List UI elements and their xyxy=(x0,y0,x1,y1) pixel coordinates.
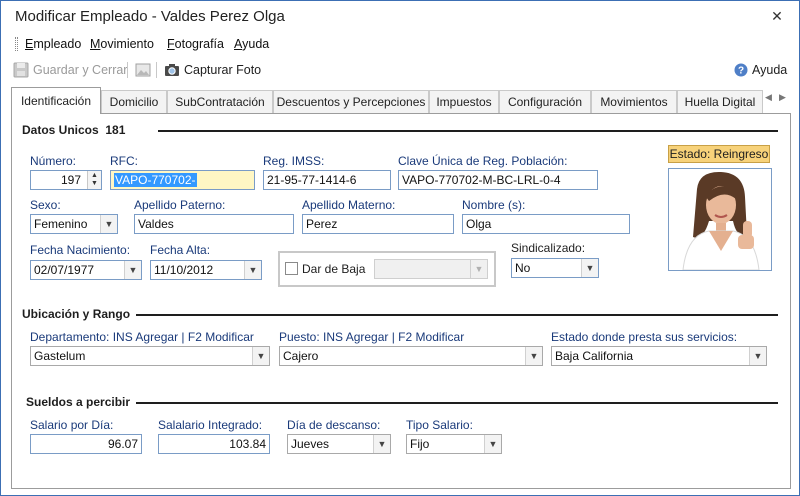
fecha-nacimiento-label: Fecha Nacimiento: xyxy=(30,243,131,257)
help-icon: ? xyxy=(734,63,748,77)
toolbar: Guardar y Cerrar Capturar Foto ? Ayuda xyxy=(1,58,799,82)
sexo-label: Sexo: xyxy=(30,198,61,212)
imss-field[interactable]: 21-95-77-1414-6 xyxy=(263,170,391,190)
chevron-down-icon: ▼ xyxy=(525,347,542,365)
salario-dia-label: Salario por Día: xyxy=(30,418,114,432)
tab-descuentos[interactable]: Descuentos y Percepciones xyxy=(273,90,429,113)
identificacion-panel: Datos Unicos 181 Estado: Reingreso Númer… xyxy=(11,113,791,489)
rfc-label: RFC: xyxy=(110,154,138,168)
puesto-label: Puesto: INS Agregar | F2 Modificar xyxy=(279,330,465,344)
descanso-select[interactable]: Jueves ▼ xyxy=(287,434,391,454)
title-bar: Modificar Empleado - Valdes Perez Olga ✕ xyxy=(1,1,799,31)
baja-motivo-select[interactable]: ▼ xyxy=(374,259,488,279)
descanso-label: Día de descanso: xyxy=(287,418,381,432)
estado-servicios-label: Estado donde presta sus servicios: xyxy=(551,330,738,344)
chevron-down-icon: ▼ xyxy=(581,259,598,277)
sindicalizado-label: Sindicalizado: xyxy=(511,241,586,255)
tab-scroll-left-icon[interactable]: ◀ xyxy=(765,92,772,103)
imss-label: Reg. IMSS: xyxy=(263,154,325,168)
curp-label: Clave Única de Reg. Población: xyxy=(398,154,568,168)
status-badge: Estado: Reingreso xyxy=(668,145,770,163)
tipo-salario-label: Tipo Salario: xyxy=(406,418,473,432)
tab-scroll-right-icon[interactable]: ▶ xyxy=(779,92,786,103)
tab-identificacion[interactable]: Identificación xyxy=(11,87,101,114)
close-icon: ✕ xyxy=(771,7,783,24)
curp-field[interactable]: VAPO-770702-M-BC-LRL-0-4 xyxy=(398,170,598,190)
rfc-field[interactable]: VAPO-770702- xyxy=(110,170,255,190)
chevron-down-icon: ▼ xyxy=(124,261,141,279)
fecha-alta-picker[interactable]: 11/10/2012 ▼ xyxy=(150,260,262,280)
chevron-down-icon: ▼ xyxy=(100,215,117,233)
chevron-down-icon: ▼ xyxy=(749,347,766,365)
chevron-down-icon: ▼ xyxy=(252,347,269,365)
svg-text:?: ? xyxy=(738,66,744,77)
menu-ayuda[interactable]: Ayuda xyxy=(234,37,269,51)
sueldos-title: Sueldos a percibir xyxy=(26,395,131,409)
menu-movimiento[interactable]: Movimiento xyxy=(90,37,154,51)
nombre-field[interactable]: Olga xyxy=(462,214,630,234)
datos-unicos-title: Datos Unicos 181 xyxy=(22,123,126,137)
numero-stepper[interactable]: 197 ▲ ▼ xyxy=(30,170,102,190)
puesto-select[interactable]: Cajero ▼ xyxy=(279,346,543,366)
image-button[interactable] xyxy=(135,61,151,79)
tab-strip: Identificación Domicilio SubContratación… xyxy=(11,87,791,114)
save-icon xyxy=(13,62,29,78)
nombre-label: Nombre (s): xyxy=(462,198,526,212)
employee-photo-image xyxy=(669,169,771,270)
chevron-down-icon: ▼ xyxy=(244,261,261,279)
numero-label: Número: xyxy=(30,154,77,168)
capture-photo-button[interactable]: Capturar Foto xyxy=(164,61,261,79)
apellido-paterno-field[interactable]: Valdes xyxy=(134,214,294,234)
ubicacion-title: Ubicación y Rango xyxy=(22,307,131,321)
employee-window: Modificar Empleado - Valdes Perez Olga ✕… xyxy=(0,0,800,496)
tab-movimientos[interactable]: Movimientos xyxy=(591,90,677,113)
menu-fotografia[interactable]: Fotografía xyxy=(167,37,224,51)
toolbar-separator xyxy=(156,62,157,78)
help-button[interactable]: ? Ayuda xyxy=(734,61,787,79)
image-icon xyxy=(135,63,151,77)
sindicalizado-select[interactable]: No ▼ xyxy=(511,258,599,278)
estado-servicios-select[interactable]: Baja California ▼ xyxy=(551,346,767,366)
tab-configuracion[interactable]: Configuración xyxy=(499,90,591,113)
save-close-button[interactable]: Guardar y Cerrar xyxy=(13,61,127,79)
tab-impuestos[interactable]: Impuestos xyxy=(429,90,499,113)
salario-integrado-field[interactable]: 103.84 xyxy=(158,434,270,454)
departamento-select[interactable]: Gastelum ▼ xyxy=(30,346,270,366)
apellido-materno-label: Apellido Materno: xyxy=(302,198,396,212)
apellido-materno-field[interactable]: Perez xyxy=(302,214,454,234)
dar-de-baja-checkbox[interactable] xyxy=(285,262,298,275)
salario-integrado-label: Salalario Integrado: xyxy=(158,418,263,432)
close-button[interactable]: ✕ xyxy=(755,1,799,31)
sexo-select[interactable]: Femenino ▼ xyxy=(30,214,118,234)
chevron-down-icon: ▼ xyxy=(470,260,487,278)
fecha-nacimiento-picker[interactable]: 02/07/1977 ▼ xyxy=(30,260,142,280)
tab-domicilio[interactable]: Domicilio xyxy=(101,90,167,113)
menu-empleado[interactable]: Empleado xyxy=(25,37,81,51)
employee-id: 181 xyxy=(105,123,126,137)
apellido-paterno-label: Apellido Paterno: xyxy=(134,198,226,212)
section-rule xyxy=(158,130,778,132)
dar-de-baja-label: Dar de Baja xyxy=(302,262,366,276)
fecha-alta-label: Fecha Alta: xyxy=(150,243,211,257)
section-rule xyxy=(136,402,778,404)
menu-grip xyxy=(15,37,18,51)
salario-dia-field[interactable]: 96.07 xyxy=(30,434,142,454)
menu-bar: Empleado Movimiento Fotografía Ayuda xyxy=(1,33,799,55)
stepper-arrows-icon[interactable]: ▲ ▼ xyxy=(87,171,101,189)
section-rule xyxy=(136,314,778,316)
tab-subcontratacion[interactable]: SubContratación xyxy=(167,90,273,113)
departamento-label: Departamento: INS Agregar | F2 Modificar xyxy=(30,330,254,344)
chevron-down-icon: ▼ xyxy=(373,435,390,453)
chevron-down-icon: ▼ xyxy=(484,435,501,453)
tipo-salario-select[interactable]: Fijo ▼ xyxy=(406,434,502,454)
employee-photo[interactable] xyxy=(668,168,772,271)
tab-huella-digital[interactable]: Huella Digital xyxy=(677,90,763,113)
camera-icon xyxy=(165,64,179,76)
toolbar-separator xyxy=(127,62,128,78)
window-title: Modificar Empleado - Valdes Perez Olga xyxy=(15,8,285,25)
